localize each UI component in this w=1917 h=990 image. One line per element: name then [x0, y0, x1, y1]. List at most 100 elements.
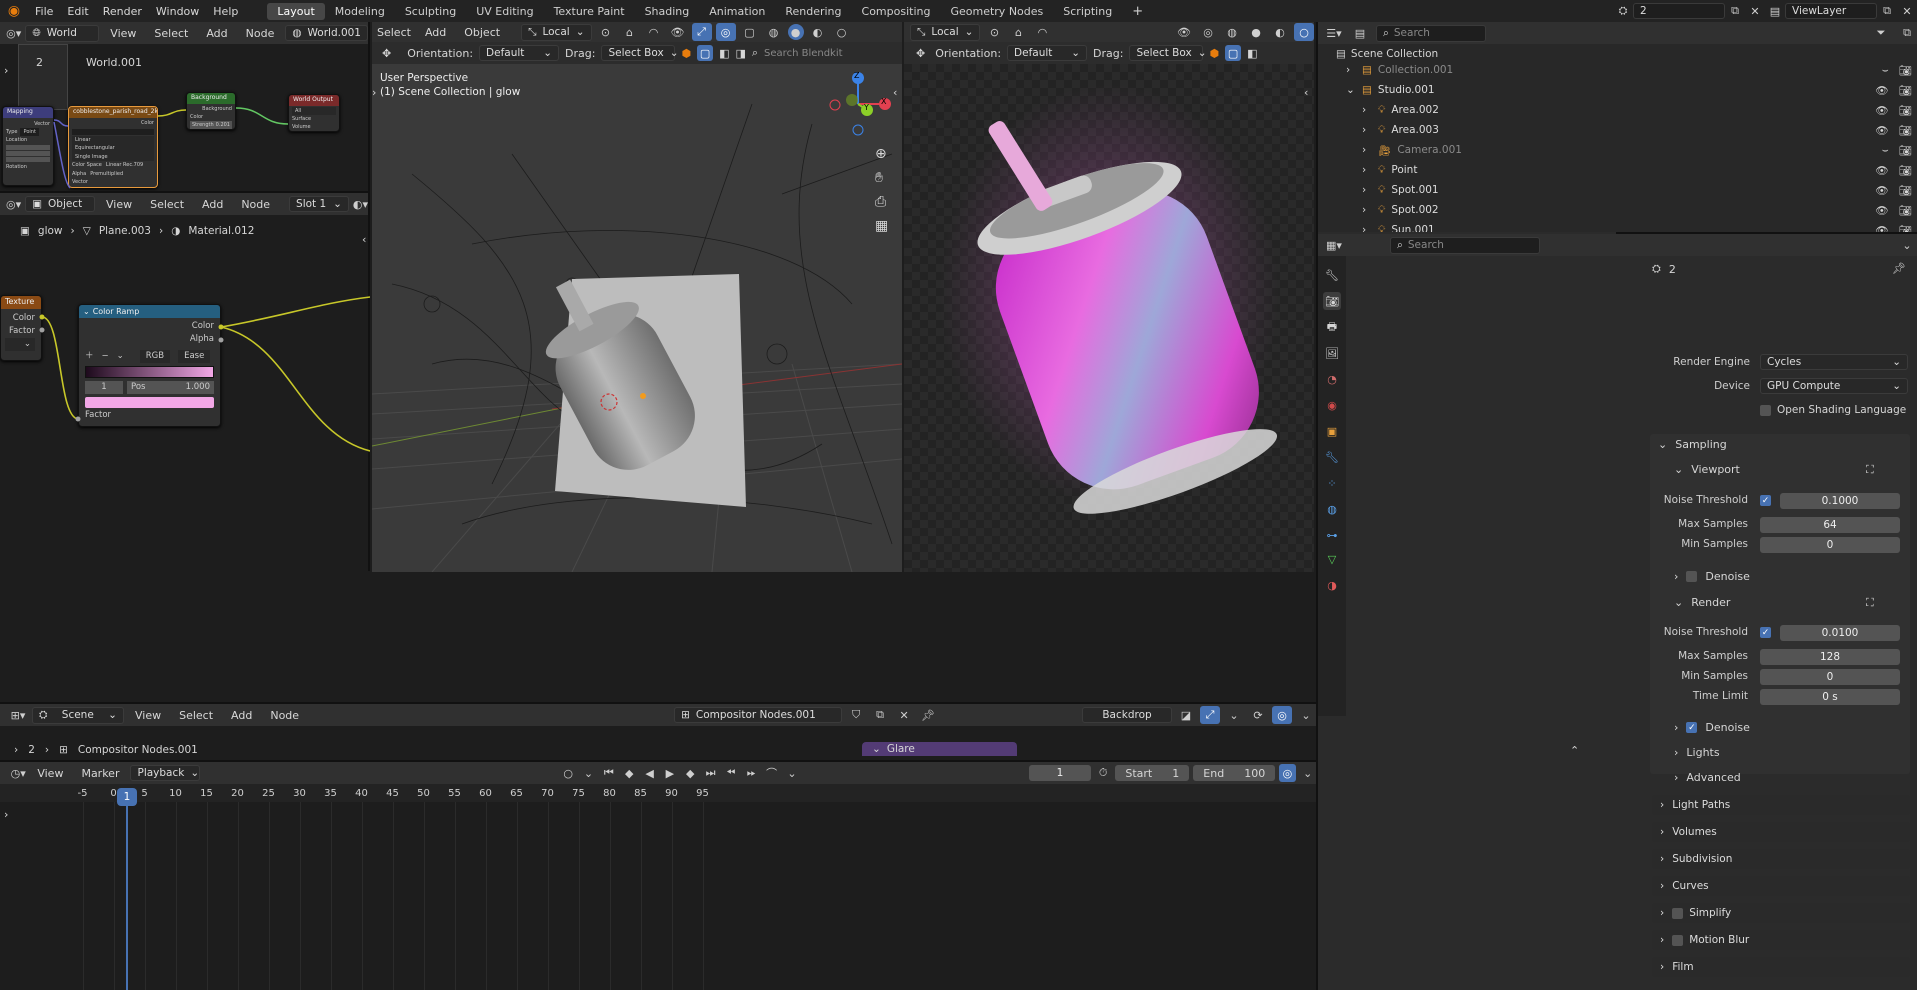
jump-start-icon[interactable]: ⏮	[601, 764, 617, 782]
eye-icon[interactable]: 👁︎	[1875, 84, 1888, 97]
simplify-checkbox[interactable]	[1672, 907, 1684, 919]
record-icon[interactable]: ○	[560, 764, 576, 782]
volumes-panel[interactable]: › Volumes	[1652, 822, 1910, 842]
auto-offset-icon[interactable]: ⟳	[1248, 706, 1268, 724]
viewport-menu-add[interactable]: Add	[418, 26, 453, 39]
menu-render[interactable]: Render	[96, 5, 149, 18]
chevron-right-icon[interactable]: ›	[1362, 204, 1374, 216]
select-extend-icon[interactable]: ◧	[1247, 47, 1257, 60]
unlink-tree-icon[interactable]: ✕	[894, 706, 914, 724]
render-visibility-icon[interactable]: 📷︎	[1899, 64, 1912, 77]
render-visibility-icon[interactable]: 📷︎	[1899, 124, 1912, 137]
proportional-icon[interactable]: ◠	[644, 23, 664, 41]
scene-tab-icon[interactable]: ◔	[1323, 370, 1341, 388]
menu-window[interactable]: Window	[149, 5, 206, 18]
r-noise-checkbox[interactable]: ✓	[1760, 627, 1771, 638]
visibility-icon[interactable]: 👁︎	[668, 23, 688, 41]
pan-hand-icon[interactable]: ✋︎	[875, 170, 883, 186]
navigation-gizmo[interactable]: X Z Y	[827, 71, 893, 138]
lights-subpanel[interactable]: › Lights	[1674, 746, 1720, 759]
copy-scene-icon[interactable]: ⧉	[1725, 2, 1745, 20]
menu-file[interactable]: File	[28, 5, 60, 18]
chevron-right-icon[interactable]: ›	[1362, 164, 1374, 176]
material-shading-icon[interactable]: ◐	[1270, 23, 1290, 41]
tab-sculpting[interactable]: Sculpting	[395, 3, 466, 20]
shader-node-editor[interactable]: ◎▾ ▣ Object View Select Add Node Slot 1 ⌄ …	[0, 191, 370, 571]
presets-icon[interactable]: ⛶	[1866, 463, 1874, 477]
outliner-item[interactable]: › ▤ Collection.001 ⌣ 📷︎	[1336, 62, 1916, 78]
render-drag-dropdown[interactable]: Select Box ⌄	[1129, 45, 1207, 61]
properties-search-input[interactable]: ⌕ Search	[1390, 236, 1540, 254]
pivot-icon[interactable]: ⊙	[596, 23, 616, 41]
compositor-tree-field[interactable]: ⊞ Compositor Nodes.001	[674, 707, 843, 723]
properties-type-icon[interactable]: ▦▾	[1324, 236, 1344, 254]
render-visibility-icon[interactable]: 📷︎	[1899, 84, 1912, 97]
properties-options-icon[interactable]: ⌄	[1897, 236, 1917, 254]
drag-dropdown[interactable]: Select Box ⌄	[601, 45, 679, 61]
output-tab-icon[interactable]: 🖶︎	[1323, 318, 1341, 336]
backdrop-channels-icon[interactable]: ◪	[1176, 706, 1196, 724]
viewport-menu-select[interactable]: Select	[374, 26, 414, 39]
wireframe-shading-icon[interactable]: ◍	[764, 23, 784, 41]
timeline-menu-marker[interactable]: Marker	[74, 767, 126, 780]
presets-icon[interactable]: ⛶	[1866, 596, 1874, 610]
prev-keyframe-icon[interactable]: ◆	[621, 764, 637, 782]
outliner-item[interactable]: ⌄ ▤ Studio.001 👁︎ 📷︎	[1336, 82, 1916, 98]
camera-view-icon[interactable]: ⎙	[875, 194, 886, 210]
fake-user-shield-icon[interactable]: ⛉	[846, 706, 866, 724]
transform-space-dropdown[interactable]: ⤡ Local ⌄	[521, 23, 592, 41]
xray-icon[interactable]: ▢	[740, 23, 760, 41]
physics-tab-icon[interactable]: ◍	[1323, 500, 1341, 518]
comp-menu-select[interactable]: Select	[172, 709, 220, 722]
motion-blur-checkbox[interactable]	[1672, 934, 1684, 946]
rendered-shading-icon[interactable]: ○	[1294, 23, 1314, 41]
material-tab-icon[interactable]: ◑	[1323, 576, 1341, 594]
filter-icon[interactable]: ⏷	[1871, 24, 1891, 42]
render-tab-icon[interactable]: 📷︎	[1323, 292, 1341, 310]
tab-layout[interactable]: Layout	[267, 2, 325, 20]
new-collection-icon[interactable]: ⧉	[1897, 24, 1917, 42]
render-transform-space-dropdown[interactable]: ⤡ Local ⌄	[910, 23, 981, 41]
object-tab-icon[interactable]: ▣	[1323, 422, 1341, 440]
modifier-tab-icon[interactable]: 🔧︎	[1323, 448, 1341, 466]
next-keyframe-icon[interactable]: ◆	[682, 764, 698, 782]
scene-icon[interactable]: ⛭	[1613, 2, 1633, 20]
outliner-item[interactable]: › 💡︎ Point 👁︎ 📷︎	[1336, 162, 1916, 178]
viewport-subpanel-header[interactable]: ⌄ Viewport	[1674, 463, 1740, 476]
eye-icon[interactable]: 👁︎	[1875, 124, 1888, 137]
outliner-scene-collection[interactable]: ▤ Scene Collection	[1336, 46, 1586, 62]
tab-uv-editing[interactable]: UV Editing	[466, 3, 543, 20]
playback-dropdown[interactable]: Playback ⌄	[130, 765, 201, 781]
eye-icon[interactable]: ⌣	[1882, 144, 1889, 157]
overlay-icon[interactable]: ◎	[1198, 23, 1218, 41]
copy-view-layer-icon[interactable]: ⧉	[1877, 2, 1897, 20]
chevron-right-icon[interactable]: ›	[1362, 104, 1374, 116]
timeline-overlay-icon[interactable]: ◎	[1279, 764, 1296, 782]
r-max-value[interactable]: 128	[1760, 649, 1900, 665]
blendkit-search-input[interactable]: Search Blendkit	[764, 48, 843, 59]
eye-icon[interactable]: 👁︎	[1875, 164, 1888, 177]
viewport-menu-object[interactable]: Object	[457, 26, 507, 39]
pin-icon[interactable]: 📌︎	[1892, 262, 1906, 275]
menu-edit[interactable]: Edit	[60, 5, 95, 18]
grid-toggle-icon[interactable]: ▦	[875, 218, 888, 234]
play-icon[interactable]: ▶	[662, 764, 678, 782]
wireframe-shading-icon[interactable]: ◍	[1222, 23, 1242, 41]
play-reverse-icon[interactable]: ◀	[641, 764, 657, 782]
timeline-canvas[interactable]	[0, 784, 1316, 990]
duplicate-tree-icon[interactable]: ⧉	[870, 706, 890, 724]
particles-tab-icon[interactable]: ⁘	[1323, 474, 1341, 492]
backdrop-toggle[interactable]: Backdrop	[1082, 707, 1172, 723]
playhead-handle[interactable]: 1	[117, 788, 137, 806]
tab-geometry-nodes[interactable]: Geometry Nodes	[940, 3, 1053, 20]
r-denoise-checkbox[interactable]: ✓	[1686, 722, 1698, 733]
osl-checkbox[interactable]	[1760, 404, 1771, 416]
collapse-panel-icon[interactable]: ‹	[893, 86, 897, 99]
select-subtract-icon[interactable]: ◨	[735, 47, 745, 60]
tab-shading[interactable]: Shading	[635, 3, 700, 20]
chevron-right-icon[interactable]: ›	[1346, 64, 1358, 76]
timeline-expand-icon[interactable]: ›	[4, 808, 8, 821]
chevron-right-icon[interactable]: ›	[1362, 144, 1374, 156]
tab-animation[interactable]: Animation	[699, 3, 775, 20]
render-engine-dropdown[interactable]: Cycles ⌄	[1760, 354, 1908, 370]
